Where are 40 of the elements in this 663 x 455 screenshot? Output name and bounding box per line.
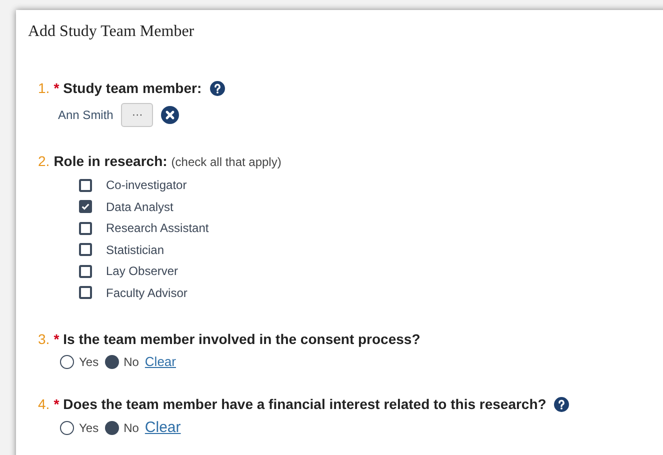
question-label: Study team member: bbox=[63, 79, 202, 98]
radio-button[interactable] bbox=[60, 354, 74, 369]
required-asterisk: * bbox=[54, 394, 60, 414]
question-number: 4. bbox=[38, 394, 50, 414]
checkbox[interactable] bbox=[79, 243, 92, 256]
question-hint: (check all that apply) bbox=[171, 154, 282, 170]
form-title: Add Study Team Member bbox=[28, 22, 196, 42]
option-label: Data Analyst bbox=[106, 198, 174, 216]
radio-button[interactable] bbox=[104, 354, 119, 369]
question-label: Is the team member involved in the consent process? bbox=[63, 330, 420, 349]
radio-button[interactable] bbox=[104, 420, 119, 435]
question-number: 1. bbox=[38, 79, 50, 98]
remove-icon[interactable] bbox=[161, 106, 180, 124]
browse-button[interactable]: ··· bbox=[121, 103, 154, 127]
option-label: Co-investigator bbox=[106, 177, 187, 194]
checkbox[interactable] bbox=[79, 178, 92, 192]
option-label: No bbox=[124, 420, 139, 437]
radio-button[interactable] bbox=[60, 420, 74, 435]
checkbox[interactable] bbox=[79, 200, 92, 213]
checkbox[interactable] bbox=[79, 222, 92, 234]
option-label: Yes bbox=[79, 420, 99, 437]
help-icon[interactable] bbox=[210, 81, 225, 96]
option-label: No bbox=[124, 354, 139, 371]
option-label: Yes bbox=[79, 354, 99, 371]
option-label: Lay Observer bbox=[106, 263, 178, 280]
checkbox[interactable] bbox=[79, 264, 92, 278]
clear-link[interactable]: Clear bbox=[144, 352, 176, 372]
option-label: Faculty Advisor bbox=[106, 284, 188, 302]
option-label: Statistician bbox=[106, 242, 164, 258]
question-label: Does the team member have a financial interest related to this research? bbox=[63, 394, 546, 414]
member-name: Ann Smith bbox=[58, 107, 114, 124]
question-number: 3. bbox=[38, 330, 50, 349]
question-label: Role in research: bbox=[54, 152, 168, 171]
clear-link[interactable]: Clear bbox=[144, 416, 181, 439]
question-number: 2. bbox=[38, 152, 50, 171]
option-label: Research Assistant bbox=[106, 220, 209, 237]
required-asterisk: * bbox=[54, 79, 60, 98]
checkbox[interactable] bbox=[79, 286, 92, 299]
required-asterisk: * bbox=[54, 330, 60, 349]
help-icon[interactable] bbox=[554, 396, 570, 412]
